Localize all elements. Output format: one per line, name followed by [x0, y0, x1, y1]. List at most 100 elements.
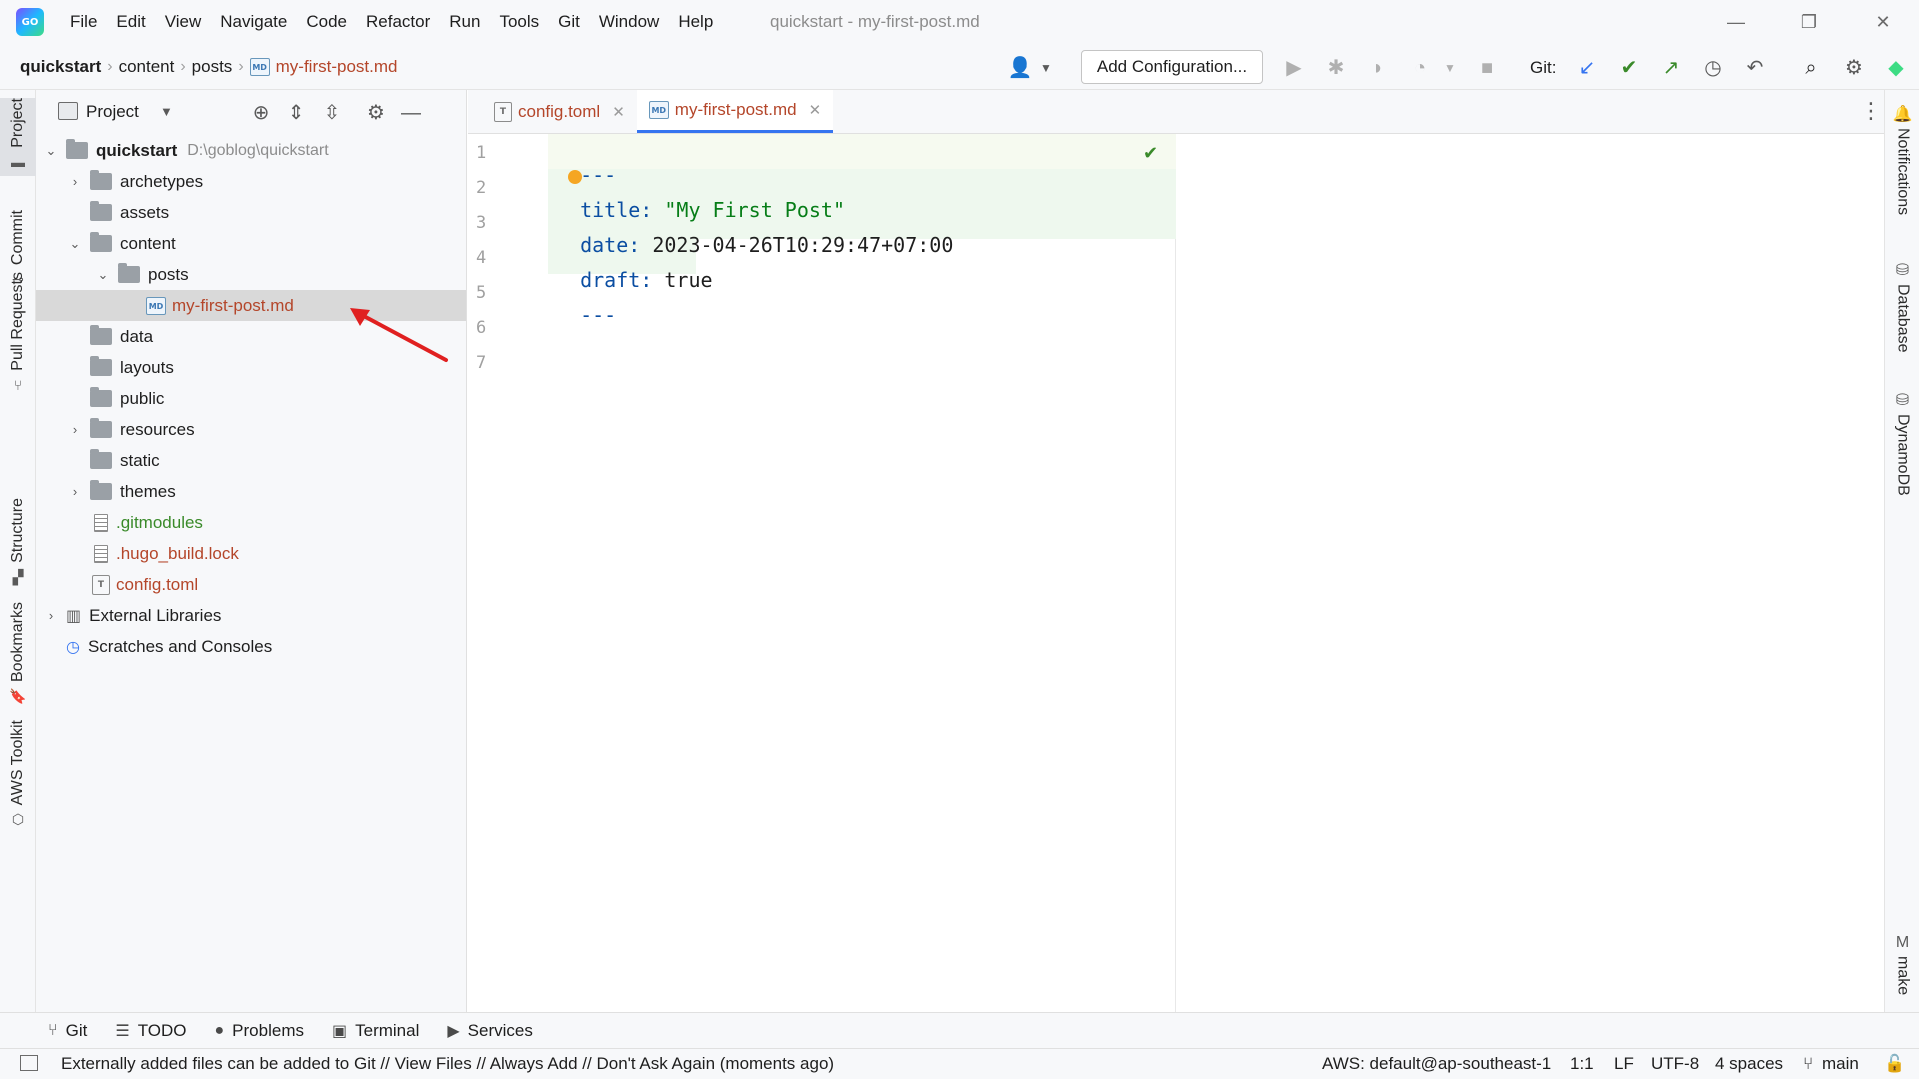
lock-icon[interactable]: 🔓	[1884, 1054, 1905, 1074]
settings-icon[interactable]: ⚙	[1840, 54, 1868, 82]
tree-item-scratches[interactable]: ◷ Scratches and Consoles	[36, 631, 466, 662]
tool-tab-todo[interactable]: ☰ TODO	[115, 1021, 186, 1041]
tool-tab-services[interactable]: ▶ Services	[447, 1021, 533, 1041]
file-encoding[interactable]: UTF-8	[1651, 1054, 1699, 1074]
tree-item-public[interactable]: public	[36, 383, 466, 414]
coverage-icon[interactable]: ◗	[1364, 54, 1392, 82]
tree-item-config-toml[interactable]: T config.toml	[36, 569, 466, 600]
more-options-icon[interactable]: ⋮	[1860, 98, 1882, 124]
code-line-5[interactable]: ---	[556, 279, 616, 327]
chevron-down-icon[interactable]: ⌄	[66, 236, 84, 252]
chevron-down-icon[interactable]: ▼	[1436, 54, 1464, 82]
debug-icon[interactable]: ✱	[1322, 54, 1350, 82]
menu-code[interactable]: Code	[306, 12, 347, 32]
breadcrumb-quickstart[interactable]: quickstart	[20, 57, 101, 77]
tool-tab-make[interactable]: M make	[1885, 934, 1919, 995]
tool-tab-dynamodb[interactable]: ⛁ DynamoDB	[1885, 390, 1919, 496]
tool-tab-aws-toolkit[interactable]: AWS Toolkit ⬡	[0, 720, 36, 828]
line-number: 2	[476, 178, 487, 198]
tool-tab-structure[interactable]: Structure ▞	[0, 498, 36, 586]
minimize-icon[interactable]: —	[1716, 8, 1756, 36]
rollback-icon[interactable]: ↶	[1741, 54, 1769, 82]
expand-all-icon[interactable]: ⇕	[283, 100, 309, 126]
chevron-down-icon[interactable]: ⌄	[94, 267, 112, 283]
git-branch[interactable]: main	[1822, 1054, 1859, 1074]
git-update-icon[interactable]: ↙	[1573, 54, 1601, 82]
line-number: 4	[476, 248, 487, 268]
tree-item-static[interactable]: static	[36, 445, 466, 476]
locate-icon[interactable]: ⊕	[248, 100, 274, 126]
close-window-icon[interactable]: ✕	[1863, 8, 1903, 36]
breadcrumb-posts[interactable]: posts	[192, 57, 233, 77]
menu-edit[interactable]: Edit	[116, 12, 145, 32]
menu-window[interactable]: Window	[599, 12, 659, 32]
menu-refactor[interactable]: Refactor	[366, 12, 430, 32]
tree-item-content[interactable]: ⌄ content	[36, 228, 466, 259]
menu-navigate[interactable]: Navigate	[220, 12, 287, 32]
menu-git[interactable]: Git	[558, 12, 580, 32]
scratches-icon: ◷	[66, 638, 80, 656]
tool-tab-notifications[interactable]: 🔔 Notifications	[1885, 104, 1919, 215]
chevron-right-icon[interactable]: ›	[66, 174, 84, 189]
menu-view[interactable]: View	[165, 12, 202, 32]
tree-item-archetypes[interactable]: › archetypes	[36, 166, 466, 197]
menu-help[interactable]: Help	[678, 12, 713, 32]
search-icon[interactable]: ⌕	[1797, 54, 1825, 82]
tree-item-quickstart[interactable]: ⌄ quickstart D:\goblog\quickstart	[36, 135, 466, 166]
status-message[interactable]: Externally added files can be added to G…	[61, 1054, 834, 1074]
tree-item-resources[interactable]: › resources	[36, 414, 466, 445]
chevron-right-icon[interactable]: ›	[66, 422, 84, 437]
tool-tab-terminal[interactable]: ▣ Terminal	[332, 1021, 419, 1041]
no-problems-check-icon[interactable]: ✔	[1143, 143, 1158, 164]
menu-run[interactable]: Run	[449, 12, 480, 32]
tool-tab-bookmarks[interactable]: Bookmarks 🔖	[0, 602, 36, 705]
chevron-right-icon[interactable]: ›	[42, 608, 60, 623]
menu-bar: GO File Edit View Navigate Code Refactor…	[0, 0, 1919, 44]
profile-icon[interactable]: ◔	[1406, 54, 1434, 82]
toggle-tool-windows-icon[interactable]	[20, 1055, 38, 1071]
tree-item-path: D:\goblog\quickstart	[187, 141, 329, 159]
git-commit-icon[interactable]: ✔	[1615, 54, 1643, 82]
intention-bulb-icon[interactable]	[568, 170, 582, 184]
close-tab-icon[interactable]: ✕	[612, 103, 625, 121]
indent-setting[interactable]: 4 spaces	[1715, 1054, 1783, 1074]
tool-tab-git[interactable]: ⑂ Git	[48, 1021, 87, 1041]
breadcrumb-content[interactable]: content	[119, 57, 175, 77]
tool-tab-pull-requests[interactable]: Pull Requests ⑂	[0, 272, 36, 393]
user-icon[interactable]: 👤	[1006, 54, 1034, 82]
tree-item-label: layouts	[120, 357, 174, 377]
tree-item-assets[interactable]: assets	[36, 197, 466, 228]
history-icon[interactable]: ◷	[1699, 54, 1727, 82]
tab-config-toml[interactable]: T config.toml ✕	[482, 90, 637, 133]
breadcrumb-file[interactable]: my-first-post.md	[276, 57, 398, 77]
close-tab-icon[interactable]: ✕	[809, 101, 822, 119]
hide-panel-icon[interactable]: —	[398, 100, 424, 126]
tree-item-posts[interactable]: ⌄ posts	[36, 259, 466, 290]
tree-item-external-libraries[interactable]: › ▥ External Libraries	[36, 600, 466, 631]
gear-icon[interactable]: ⚙	[363, 100, 389, 126]
stop-icon[interactable]: ■	[1473, 54, 1501, 82]
tree-item-hugo-build-lock[interactable]: .hugo_build.lock	[36, 538, 466, 569]
restore-icon[interactable]: ❐	[1789, 8, 1829, 36]
project-view-selector[interactable]: Project	[86, 102, 139, 122]
menu-file[interactable]: File	[70, 12, 97, 32]
menu-tools[interactable]: Tools	[499, 12, 539, 32]
code-with-me-icon[interactable]: ◆	[1882, 54, 1910, 82]
chevron-right-icon[interactable]: ›	[66, 484, 84, 499]
aws-connection[interactable]: AWS: default@ap-southeast-1	[1322, 1054, 1551, 1074]
tab-my-first-post[interactable]: MD my-first-post.md ✕	[636, 90, 834, 133]
chevron-down-icon[interactable]: ▼	[1032, 54, 1060, 82]
caret-position[interactable]: 1:1	[1570, 1054, 1594, 1074]
add-configuration-button[interactable]: Add Configuration...	[1081, 50, 1263, 84]
tool-tab-project[interactable]: Project ▬	[0, 98, 36, 176]
run-icon[interactable]: ▶	[1280, 54, 1308, 82]
tool-tab-database[interactable]: ⛁ Database	[1885, 260, 1919, 353]
chevron-down-icon[interactable]: ▼	[160, 104, 173, 119]
chevron-down-icon[interactable]: ⌄	[42, 143, 60, 159]
tool-tab-problems[interactable]: ● Problems	[215, 1021, 304, 1041]
git-push-icon[interactable]: ↗	[1657, 54, 1685, 82]
line-separator[interactable]: LF	[1614, 1054, 1634, 1074]
collapse-all-icon[interactable]: ⇳	[319, 100, 345, 126]
tree-item-themes[interactable]: › themes	[36, 476, 466, 507]
tree-item-gitmodules[interactable]: .gitmodules	[36, 507, 466, 538]
